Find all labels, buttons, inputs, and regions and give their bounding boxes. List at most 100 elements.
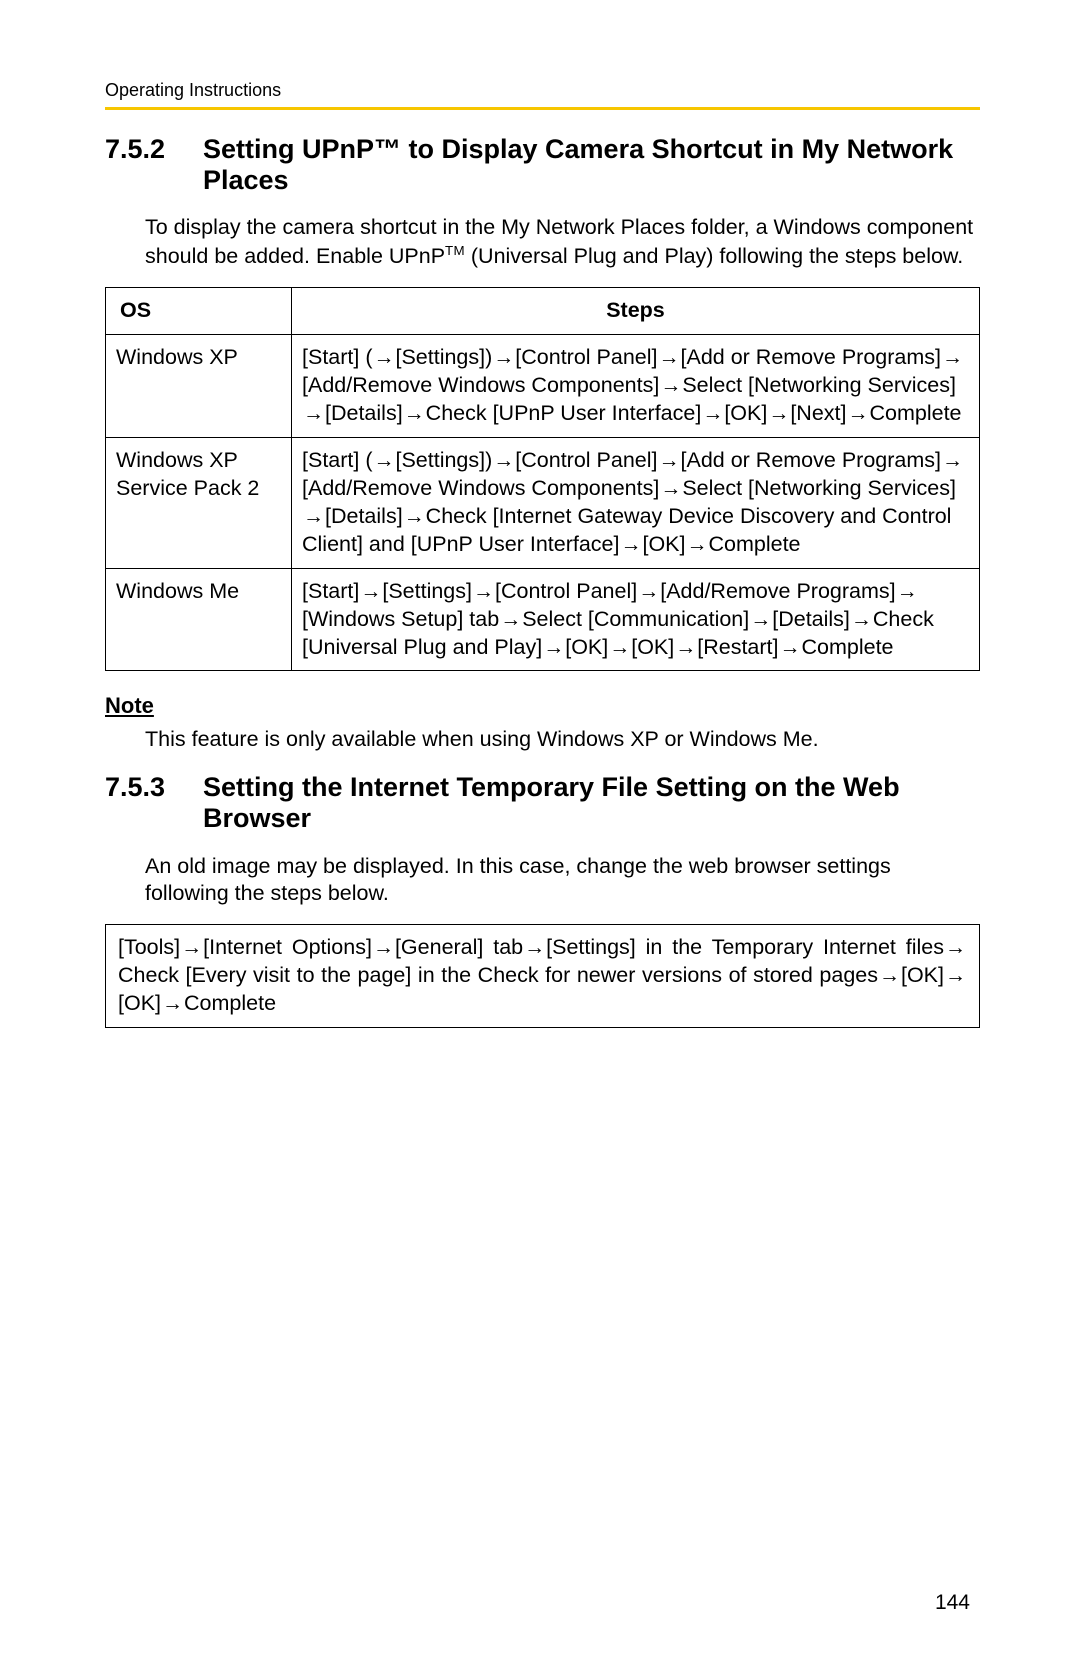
os-cell: Windows Me [106, 568, 292, 671]
step-text: Check [Every visit to the page] in the C… [118, 963, 878, 987]
note-label: Note [105, 693, 980, 719]
steps-cell: [Start] (→[Settings])→[Control Panel]→[A… [292, 437, 980, 568]
arrow-icon: → [945, 934, 966, 961]
step-text: [Start] ( [302, 345, 372, 369]
arrow-icon: → [659, 344, 680, 371]
arrow-icon: → [360, 578, 381, 605]
step-text: Complete [709, 532, 801, 556]
col-header-os: OS [106, 288, 292, 335]
table-row: Windows XP[Start] (→[Settings])→[Control… [106, 335, 980, 438]
step-text: [Add or Remove Programs] [681, 448, 942, 472]
arrow-icon: → [493, 447, 514, 474]
header-rule [105, 107, 980, 110]
section-753-intro: An old image may be displayed. In this c… [145, 853, 980, 909]
arrow-icon: → [675, 634, 696, 661]
arrow-icon: → [303, 503, 324, 530]
browser-steps-box: [Tools]→[Internet Options]→[General] tab… [105, 924, 980, 1028]
section-number: 7.5.2 [105, 134, 175, 196]
step-text: [Tools] [118, 935, 180, 959]
step-text: [Add/Remove Windows Components] [302, 476, 659, 500]
arrow-icon: → [942, 447, 963, 474]
step-text: [Details] [325, 504, 403, 528]
os-cell: Windows XP Service Pack 2 [106, 437, 292, 568]
step-text: [Details] [325, 401, 403, 425]
arrow-icon: → [162, 990, 183, 1017]
col-header-steps: Steps [292, 288, 980, 335]
arrow-icon: → [181, 934, 202, 961]
step-text: Select [Networking Services] [682, 476, 956, 500]
arrow-icon: → [702, 400, 723, 427]
step-text: Complete [184, 991, 276, 1015]
table-row: Windows XP Service Pack 2[Start] (→[Sett… [106, 437, 980, 568]
section-heading-752: 7.5.2 Setting UPnP™ to Display Camera Sh… [105, 134, 980, 196]
step-text: [Restart] [697, 635, 778, 659]
arrow-icon: → [373, 934, 394, 961]
section-number: 7.5.3 [105, 772, 175, 834]
os-steps-table: OS Steps Windows XP[Start] (→[Settings])… [105, 287, 980, 671]
arrow-icon: → [620, 531, 641, 558]
arrow-icon: → [493, 344, 514, 371]
step-text: [Start] ( [302, 448, 372, 472]
arrow-icon: → [945, 962, 966, 989]
section-title: Setting the Internet Temporary File Sett… [203, 772, 980, 834]
step-text: [Settings]) [395, 448, 492, 472]
arrow-icon: → [404, 503, 425, 530]
arrow-icon: → [942, 344, 963, 371]
step-text: [Add or Remove Programs] [681, 345, 942, 369]
step-text: [Settings] [382, 579, 472, 603]
arrow-icon: → [609, 634, 630, 661]
arrow-icon: → [879, 962, 900, 989]
arrow-icon: → [660, 372, 681, 399]
steps-cell: [Start] (→[Settings])→[Control Panel]→[A… [292, 335, 980, 438]
arrow-icon: → [638, 578, 659, 605]
arrow-icon: → [750, 606, 771, 633]
arrow-icon: → [660, 475, 681, 502]
step-text: [Add/Remove Windows Components] [302, 373, 659, 397]
step-text: [Details] [772, 607, 850, 631]
step-text: [Settings]) [395, 345, 492, 369]
arrow-icon: → [897, 578, 918, 605]
tm-symbol: TM [445, 243, 465, 258]
arrow-icon: → [659, 447, 680, 474]
arrow-icon: → [404, 400, 425, 427]
arrow-icon: → [373, 447, 394, 474]
step-text: [Next] [790, 401, 846, 425]
arrow-icon: → [473, 578, 494, 605]
arrow-icon: → [780, 634, 801, 661]
page: Operating Instructions 7.5.2 Setting UPn… [0, 0, 1080, 1669]
arrow-icon: → [768, 400, 789, 427]
arrow-icon: → [543, 634, 564, 661]
step-text: Complete [802, 635, 894, 659]
step-text: [General] tab [395, 935, 523, 959]
table-row: Windows Me[Start]→[Settings]→[Control Pa… [106, 568, 980, 671]
step-text: [Windows Setup] tab [302, 607, 499, 631]
step-text: [OK] [901, 963, 944, 987]
step-text: [Control Panel] [495, 579, 637, 603]
arrow-icon: → [847, 400, 868, 427]
arrow-icon: → [303, 400, 324, 427]
step-text: Complete [869, 401, 961, 425]
arrow-icon: → [687, 531, 708, 558]
step-text: [Start] [302, 579, 359, 603]
running-header: Operating Instructions [105, 80, 980, 101]
step-text: [Control Panel] [515, 345, 657, 369]
step-text: [OK] [724, 401, 767, 425]
table-header-row: OS Steps [106, 288, 980, 335]
step-text: Check [UPnP User Interface] [426, 401, 702, 425]
step-text: [Internet Options] [203, 935, 372, 959]
step-text: Select [Communication] [522, 607, 749, 631]
step-text: [Control Panel] [515, 448, 657, 472]
step-text: [OK] [118, 991, 161, 1015]
intro-post: (Universal Plug and Play) following the … [465, 244, 963, 268]
arrow-icon: → [524, 934, 545, 961]
step-text: [OK] [631, 635, 674, 659]
step-text: Select [Networking Services] [682, 373, 956, 397]
step-text: [Settings] in the Temporary Internet fil… [546, 935, 944, 959]
step-text: [Add/Remove Programs] [660, 579, 895, 603]
note-text: This feature is only available when usin… [145, 727, 980, 752]
arrow-icon: → [851, 606, 872, 633]
arrow-icon: → [500, 606, 521, 633]
section-752-intro: To display the camera shortcut in the My… [145, 214, 980, 271]
os-cell: Windows XP [106, 335, 292, 438]
step-text: [OK] [565, 635, 608, 659]
